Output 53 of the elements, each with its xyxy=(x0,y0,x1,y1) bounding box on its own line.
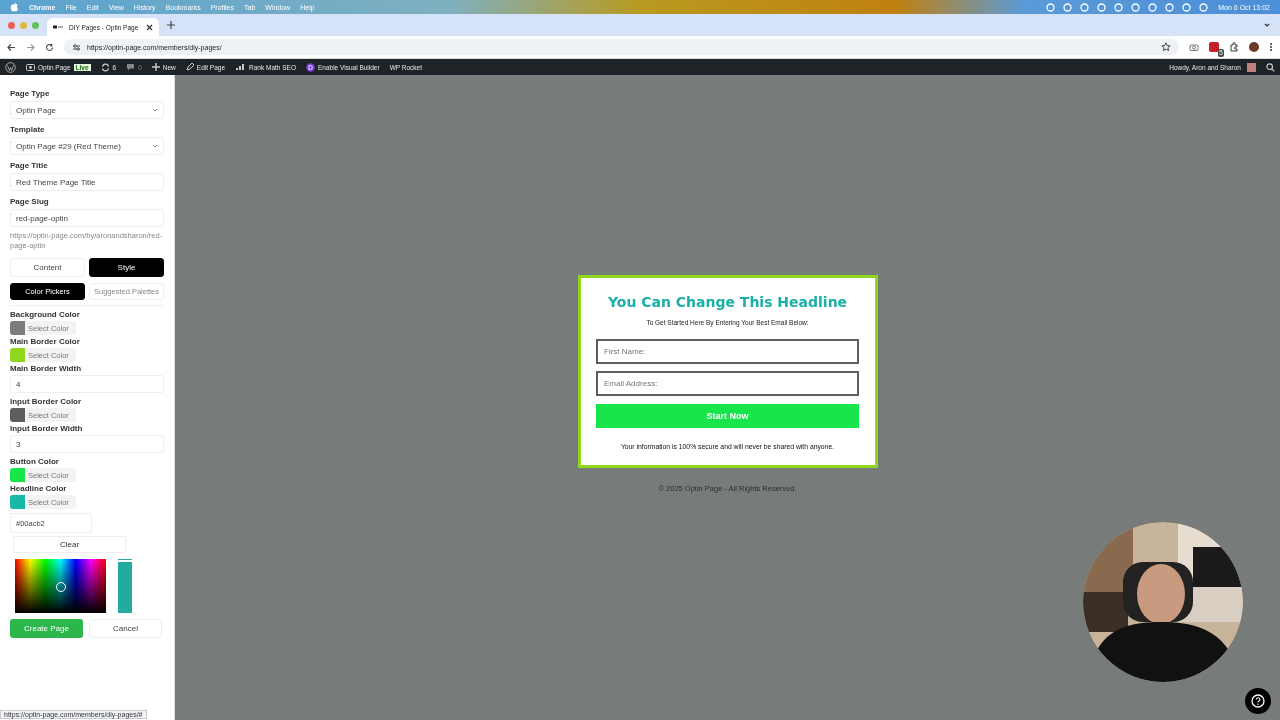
text-field[interactable]: red-page-optin xyxy=(10,209,164,227)
select-field[interactable]: Optin Page #29 (Red Theme) xyxy=(10,137,164,155)
window-controls-icon[interactable] xyxy=(8,21,39,29)
refresh-icon xyxy=(100,62,110,72)
setting-label: Input Border Color xyxy=(10,397,83,407)
reload-icon[interactable] xyxy=(45,42,54,52)
setting-label: Input Border Width xyxy=(10,424,84,434)
forward-icon[interactable] xyxy=(26,42,35,52)
color-gradient-area[interactable] xyxy=(15,559,106,613)
clear-button[interactable]: Clear xyxy=(13,536,126,553)
input-field[interactable]: First Name: xyxy=(596,339,859,364)
hue-slider[interactable] xyxy=(118,559,132,613)
setting-label: Background Color xyxy=(10,310,81,320)
help-icon[interactable] xyxy=(1245,688,1271,714)
camera-icon[interactable] xyxy=(1189,42,1199,52)
text-field[interactable]: Red Theme Page Title xyxy=(10,173,164,191)
setting-label: Main Border Color xyxy=(10,337,81,347)
number-field[interactable]: 4 xyxy=(10,375,164,393)
apple-icon[interactable] xyxy=(10,2,19,12)
chevron-down-icon xyxy=(152,144,158,148)
star-icon[interactable] xyxy=(1161,42,1171,52)
favicon-icon xyxy=(53,24,63,30)
slider-handle[interactable] xyxy=(118,559,132,562)
profile-avatar[interactable] xyxy=(1249,42,1259,52)
field-label: Page Slug xyxy=(10,197,50,207)
setting-label: Headline Color xyxy=(10,484,68,494)
plus-icon xyxy=(151,63,160,71)
mode-tab[interactable]: Style xyxy=(89,258,164,277)
pencil-icon xyxy=(185,63,194,71)
site-settings-icon[interactable] xyxy=(72,42,81,52)
extension-icon[interactable] xyxy=(1209,42,1219,52)
chevron-down-icon xyxy=(152,108,158,112)
headline: You Can Change This Headline xyxy=(607,294,848,310)
more-icon[interactable] xyxy=(1269,42,1273,52)
bar-chart-icon xyxy=(235,63,246,71)
mode-tab[interactable]: Content xyxy=(10,258,85,277)
field-label: Page Title xyxy=(10,161,49,171)
new-tab-icon[interactable] xyxy=(167,21,175,29)
field-label: Template xyxy=(10,125,46,135)
select-field[interactable]: Optin Page xyxy=(10,101,164,119)
search-icon[interactable] xyxy=(1266,62,1275,72)
number-field[interactable]: 3 xyxy=(10,435,164,453)
back-icon[interactable] xyxy=(7,42,16,52)
d-logo-icon xyxy=(305,62,315,72)
close-icon[interactable] xyxy=(146,23,153,31)
comment-icon xyxy=(126,63,136,71)
field-label: Page Type xyxy=(10,89,51,99)
wordpress-logo-icon[interactable] xyxy=(5,61,16,73)
setting-label: Main Border Width xyxy=(10,364,83,374)
dashboard-icon xyxy=(26,63,35,71)
cancel-button[interactable]: Cancel xyxy=(89,619,162,638)
input-field[interactable]: Email Address: xyxy=(596,371,859,396)
setting-label: Button Color xyxy=(10,457,60,467)
